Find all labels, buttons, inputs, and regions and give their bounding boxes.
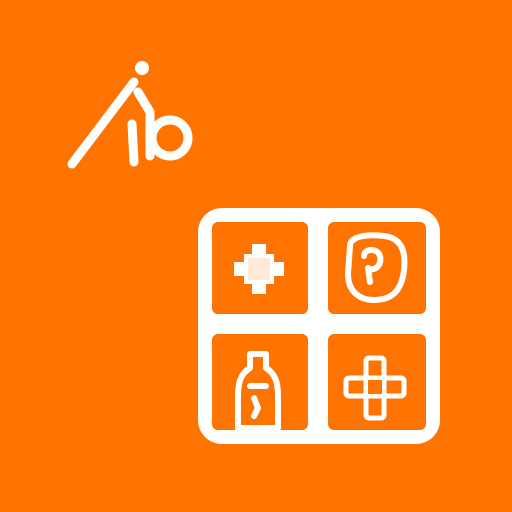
quadrant-bottom-left xyxy=(212,334,308,430)
wheelchair-stick-figure-icon xyxy=(62,52,202,180)
app-icon-canvas xyxy=(0,0,512,512)
four-quadrant-grid-icon xyxy=(198,208,440,444)
